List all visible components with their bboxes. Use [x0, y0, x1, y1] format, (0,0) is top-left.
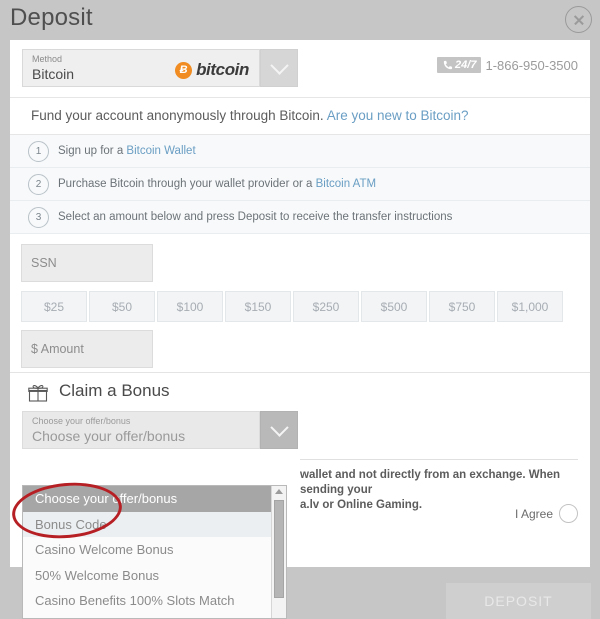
- chevron-down-icon: [269, 417, 289, 437]
- deposit-modal-screen: Deposit Method Bitcoin Ƀ bitcoin 24/7 1-…: [0, 0, 600, 619]
- method-select[interactable]: Method Bitcoin Ƀ bitcoin: [22, 49, 260, 87]
- step-text-pre: Purchase Bitcoin through your wallet pro…: [58, 178, 316, 190]
- bonus-section: Claim a Bonus Choose your offer/bonus Ch…: [10, 373, 590, 523]
- intro-sentence: Fund your account anonymously through Bi…: [31, 108, 327, 123]
- phone-number: 1-866-950-3500: [485, 57, 578, 73]
- agree-radio[interactable]: [559, 504, 578, 523]
- scrollbar-thumb[interactable]: [274, 500, 284, 598]
- amount-input[interactable]: $ Amount: [21, 330, 153, 368]
- step-text: Purchase Bitcoin through your wallet pro…: [58, 168, 376, 200]
- bonus-select-value: Choose your offer/bonus: [32, 428, 186, 444]
- method-dropdown-chevron-down-icon[interactable]: [260, 49, 298, 87]
- step-number: 2: [28, 174, 49, 195]
- dropdown-scrollbar[interactable]: [271, 486, 286, 618]
- amount-chip-100[interactable]: $100: [157, 291, 223, 322]
- phone-24-7-icon: 24/7: [437, 57, 482, 73]
- chevron-down-icon: [269, 55, 289, 75]
- amount-chip-group: $25 $50 $100 $150 $250 $500 $750 $1,000: [21, 291, 563, 322]
- amount-section: SSN $25 $50 $100 $150 $250 $500 $750 $1,…: [10, 234, 590, 373]
- bonus-dropdown-chevron-down-icon[interactable]: [260, 411, 298, 449]
- dropdown-option-casino-welcome-bonus[interactable]: Casino Welcome Bonus: [23, 537, 286, 563]
- step-text-pre: Select an amount below and press Deposit…: [58, 211, 453, 223]
- amount-chip-250[interactable]: $250: [293, 291, 359, 322]
- bitcoin-coin-icon: Ƀ: [175, 61, 193, 79]
- support-phone: 24/7 1-866-950-3500: [437, 57, 578, 73]
- method-value: Bitcoin: [32, 66, 75, 82]
- bonus-title: Claim a Bonus: [59, 381, 170, 400]
- close-icon[interactable]: [565, 6, 592, 33]
- amount-placeholder: $ Amount: [31, 342, 84, 356]
- method-label: Method: [32, 54, 63, 64]
- step-row: 3 Select an amount below and press Depos…: [10, 201, 590, 234]
- bonus-header: Claim a Bonus: [10, 381, 590, 410]
- bonus-dropdown-list[interactable]: Choose your offer/bonus Bonus Code Casin…: [22, 485, 287, 619]
- ssn-placeholder: SSN: [31, 256, 57, 270]
- bitcoin-logo: Ƀ bitcoin: [175, 60, 249, 80]
- step-text: Select an amount below and press Deposit…: [58, 201, 452, 233]
- dropdown-option-50-welcome-bonus[interactable]: 50% Welcome Bonus: [23, 563, 286, 589]
- bitcoin-wallet-link[interactable]: Bitcoin Wallet: [126, 145, 195, 157]
- step-number: 3: [28, 207, 49, 228]
- step-row: 2 Purchase Bitcoin through your wallet p…: [10, 168, 590, 201]
- modal-header: Deposit: [0, 0, 600, 40]
- page-title: Deposit: [10, 4, 93, 31]
- bitcoin-wordmark: bitcoin: [196, 60, 249, 79]
- scroll-up-arrow-icon[interactable]: [275, 489, 283, 494]
- step-row: 1 Sign up for a Bitcoin Wallet: [10, 135, 590, 168]
- amount-chip-50[interactable]: $50: [89, 291, 155, 322]
- step-text-pre: Sign up for a: [58, 145, 127, 157]
- deposit-button[interactable]: DEPOSIT: [446, 583, 591, 619]
- gift-icon: [28, 384, 48, 402]
- new-to-bitcoin-link[interactable]: Are you new to Bitcoin?: [327, 108, 469, 123]
- amount-chip-500[interactable]: $500: [361, 291, 427, 322]
- ssn-input[interactable]: SSN: [21, 244, 153, 282]
- dropdown-option-casino-benefits-slots-match[interactable]: Casino Benefits 100% Slots Match: [23, 588, 286, 614]
- step-text: Sign up for a Bitcoin Wallet: [58, 135, 196, 167]
- dropdown-option-bonus-code[interactable]: Bonus Code: [23, 511, 286, 537]
- amount-chip-25[interactable]: $25: [21, 291, 87, 322]
- divider: [300, 459, 578, 460]
- bonus-select[interactable]: Choose your offer/bonus Choose your offe…: [22, 411, 260, 449]
- agree-label: I Agree: [514, 506, 553, 521]
- step-number: 1: [28, 141, 49, 162]
- bitcoin-atm-link[interactable]: Bitcoin ATM: [316, 178, 377, 190]
- dropdown-option-choose[interactable]: Choose your offer/bonus: [23, 486, 286, 512]
- amount-chip-1000[interactable]: $1,000: [497, 291, 563, 322]
- amount-chip-750[interactable]: $750: [429, 291, 495, 322]
- agree-row: I Agree: [300, 504, 578, 523]
- phone-badge-text: 24/7: [455, 59, 477, 71]
- disclaimer-line-1: wallet and not directly from an exchange…: [300, 469, 561, 496]
- bonus-select-label: Choose your offer/bonus: [32, 416, 131, 426]
- amount-chip-150[interactable]: $150: [225, 291, 291, 322]
- method-row: Method Bitcoin Ƀ bitcoin 24/7 1-866-950-…: [10, 40, 590, 98]
- intro-text: Fund your account anonymously through Bi…: [10, 98, 590, 135]
